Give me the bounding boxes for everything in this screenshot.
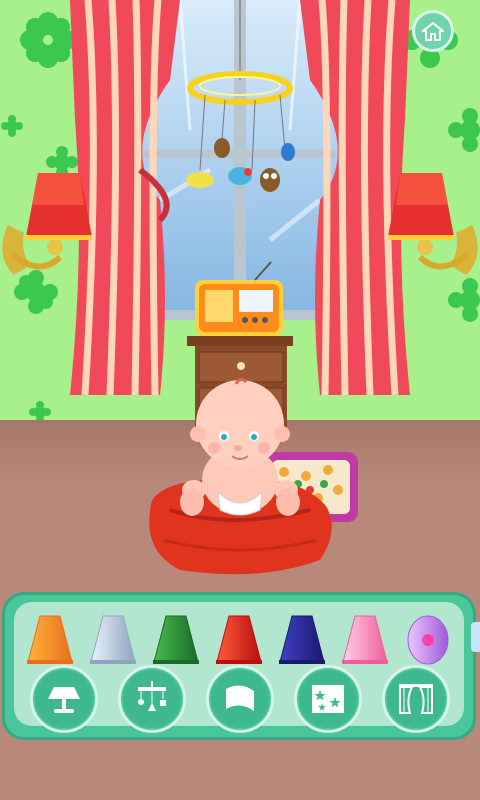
flag-icon xyxy=(226,685,254,711)
lamp-shade-picker xyxy=(14,602,464,666)
stars-wallpaper-icon xyxy=(312,685,344,713)
category-bar xyxy=(20,665,460,733)
shade-orange-option[interactable] xyxy=(24,610,76,666)
category-lamps-button[interactable] xyxy=(30,665,98,733)
home-button[interactable] xyxy=(412,10,454,52)
wall-lamp-left xyxy=(2,173,92,275)
shade-navy-option[interactable] xyxy=(276,610,328,666)
baby xyxy=(180,377,300,516)
shade-green-option[interactable] xyxy=(150,610,202,666)
category-flags-button[interactable] xyxy=(206,665,274,733)
category-curtains-button[interactable] xyxy=(382,665,450,733)
scroll-handle[interactable] xyxy=(471,622,480,652)
shade-pink-option[interactable] xyxy=(339,610,391,666)
mobile-birds-icon xyxy=(186,138,295,192)
category-mobile-button[interactable] xyxy=(118,665,186,733)
shade-silver-option[interactable] xyxy=(87,610,139,666)
shade-lavender-option[interactable] xyxy=(402,610,454,666)
category-wallpaper-button[interactable] xyxy=(294,665,362,733)
wall-lamp-right xyxy=(388,173,478,275)
game-screen xyxy=(0,0,480,800)
ceiling-mobile xyxy=(186,0,295,192)
mobile-icon xyxy=(138,681,166,711)
home-icon xyxy=(422,22,444,41)
shade-red-option[interactable] xyxy=(213,610,265,666)
lamp-icon xyxy=(48,687,80,713)
curtain-icon xyxy=(399,684,433,714)
